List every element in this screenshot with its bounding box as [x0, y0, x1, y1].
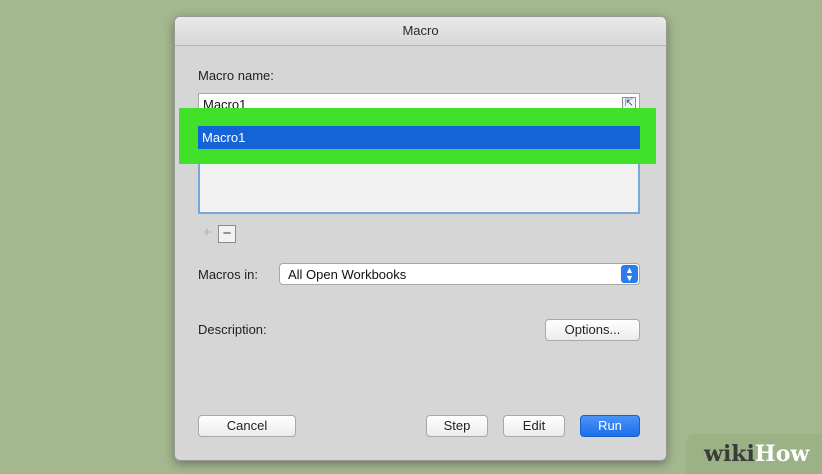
- remove-macro-button[interactable]: −: [218, 225, 236, 243]
- run-button[interactable]: Run: [580, 415, 640, 437]
- macros-in-label: Macros in:: [198, 267, 258, 282]
- add-macro-button[interactable]: +: [198, 225, 216, 243]
- macro-dialog: Macro Macro name: Macro1 ⇱ + − Macros in…: [174, 16, 667, 461]
- macro-list-item-selected[interactable]: Macro1: [198, 126, 640, 149]
- options-button[interactable]: Options...: [545, 319, 640, 341]
- macros-in-value: All Open Workbooks: [288, 267, 407, 282]
- macros-in-select[interactable]: All Open Workbooks ▲ ▼: [279, 263, 640, 285]
- description-label: Description:: [198, 322, 267, 337]
- cancel-button[interactable]: Cancel: [198, 415, 296, 437]
- edit-button[interactable]: Edit: [503, 415, 565, 437]
- dialog-title: Macro: [175, 17, 666, 46]
- macro-name-label: Macro name:: [198, 68, 274, 83]
- watermark-how: How: [754, 441, 810, 467]
- watermark-wiki: wiki: [704, 441, 755, 467]
- step-button[interactable]: Step: [426, 415, 488, 437]
- wikihow-watermark: wikiHow: [686, 434, 822, 474]
- up-down-arrows-icon: ▲ ▼: [621, 265, 638, 283]
